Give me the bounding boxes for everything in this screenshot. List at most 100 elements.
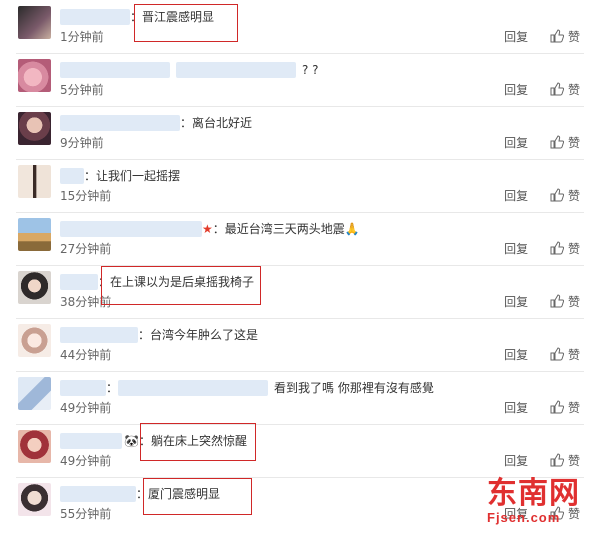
comment-item: ：晋江震感明显 1分钟前 回复 赞	[0, 2, 598, 54]
comment-line: ★：最近台湾三天两头地震🙏	[60, 221, 360, 237]
username-link[interactable]	[60, 62, 170, 78]
comment-actions: 回复 赞	[504, 400, 580, 416]
mention-link[interactable]	[176, 62, 296, 78]
comment-text: 躺在床上突然惊醒	[150, 434, 247, 448]
username-link[interactable]	[60, 221, 202, 237]
comment-time: 9分钟前	[60, 136, 104, 150]
comment-actions: 回复 赞	[504, 453, 580, 469]
like-button[interactable]: 赞	[550, 29, 580, 44]
colon: ：	[180, 116, 193, 130]
comment-text: 台湾今年肿么了这是	[150, 328, 259, 342]
avatar[interactable]	[18, 324, 51, 357]
avatar[interactable]	[18, 218, 51, 251]
comment-line: ：让我们一起摇摆	[60, 168, 180, 184]
colon: ：	[138, 434, 151, 448]
comment-time: 38分钟前	[60, 295, 112, 309]
comment-time: 27分钟前	[60, 242, 112, 256]
divider	[16, 106, 584, 107]
comment-text: 厦门震感明显	[148, 487, 221, 501]
like-label: 赞	[567, 242, 580, 256]
comment-line: ：晋江震感明显	[60, 9, 214, 25]
watermark-name: 东南网	[487, 476, 580, 511]
watermark-logo: 东南网 Fjsen.com	[487, 478, 597, 534]
like-button[interactable]: 赞	[550, 188, 580, 203]
comment-actions: 回复 赞	[504, 188, 580, 204]
comment-line: ：在上课以为是后桌摇我椅子	[60, 274, 254, 290]
like-label: 赞	[567, 401, 580, 415]
like-button[interactable]: 赞	[550, 135, 580, 150]
reply-button[interactable]: 回复	[504, 29, 528, 45]
username-link[interactable]	[60, 9, 130, 25]
comment-time: 1分钟前	[60, 30, 104, 44]
colon: ：	[136, 487, 149, 501]
like-label: 赞	[567, 295, 580, 309]
mention-link[interactable]	[118, 380, 269, 396]
colon: ：	[106, 381, 119, 395]
like-button[interactable]: 赞	[550, 453, 580, 468]
divider	[16, 371, 584, 372]
avatar[interactable]	[18, 6, 51, 39]
comment-time: 55分钟前	[60, 507, 112, 521]
colon: ：	[130, 10, 143, 24]
comment-text: ? ?	[302, 63, 319, 77]
avatar[interactable]	[18, 430, 51, 463]
avatar[interactable]	[18, 59, 51, 92]
reply-button[interactable]: 回复	[504, 400, 528, 416]
comment-item: 🐼：躺在床上突然惊醒 49分钟前 回复 赞	[0, 426, 598, 478]
divider	[16, 53, 584, 54]
comment-text: 离台北好近	[192, 116, 253, 130]
avatar[interactable]	[18, 377, 51, 410]
reply-button[interactable]: 回复	[504, 347, 528, 363]
comment-actions: 回复 赞	[504, 347, 580, 363]
comment-item: ? ? 5分钟前 回复 赞	[0, 55, 598, 107]
comment-time: 49分钟前	[60, 454, 112, 468]
thumbs-up-icon	[550, 400, 564, 414]
comment-line: ：台湾今年肿么了这是	[60, 327, 258, 343]
reply-button[interactable]: 回复	[504, 453, 528, 469]
like-button[interactable]: 赞	[550, 347, 580, 362]
panda-emoji: 🐼	[124, 434, 139, 448]
divider	[16, 265, 584, 266]
divider	[16, 318, 584, 319]
avatar[interactable]	[18, 165, 51, 198]
thumbs-up-icon	[550, 453, 564, 467]
comment-line: 🐼：躺在床上突然惊醒	[60, 433, 247, 449]
username-link[interactable]	[60, 327, 138, 343]
comment-item: ： 看到我了嗎 你那裡有沒有感覺 49分钟前 回复 赞	[0, 373, 598, 425]
thumbs-up-icon	[550, 188, 564, 202]
comment-time: 15分钟前	[60, 189, 112, 203]
reply-button[interactable]: 回复	[504, 241, 528, 257]
comment-text: 晋江震感明显	[142, 10, 215, 24]
avatar[interactable]	[18, 483, 51, 516]
comment-line: ：厦门震感明显	[60, 486, 220, 502]
avatar[interactable]	[18, 112, 51, 145]
comment-text: 在上课以为是后桌摇我椅子	[110, 275, 255, 289]
username-link[interactable]	[60, 168, 84, 184]
username-link[interactable]	[60, 115, 180, 131]
comment-text: 看到我了嗎 你那裡有沒有感覺	[274, 381, 434, 395]
username-link[interactable]	[60, 486, 136, 502]
thumbs-up-icon	[550, 82, 564, 96]
like-button[interactable]: 赞	[550, 400, 580, 415]
like-button[interactable]: 赞	[550, 294, 580, 309]
reply-button[interactable]: 回复	[504, 82, 528, 98]
username-link[interactable]	[60, 433, 122, 449]
reply-button[interactable]: 回复	[504, 135, 528, 151]
reply-button[interactable]: 回复	[504, 294, 528, 310]
comment-line: ：离台北好近	[60, 115, 252, 131]
thumbs-up-icon	[550, 29, 564, 43]
comment-line: ： 看到我了嗎 你那裡有沒有感覺	[60, 380, 434, 396]
comment-time: 5分钟前	[60, 83, 104, 97]
star-emoji: ★	[202, 222, 213, 236]
like-label: 赞	[567, 454, 580, 468]
like-button[interactable]: 赞	[550, 82, 580, 97]
comment-text: 让我们一起摇摆	[96, 169, 181, 183]
comment-item: ：台湾今年肿么了这是 44分钟前 回复 赞	[0, 320, 598, 372]
avatar[interactable]	[18, 271, 51, 304]
like-label: 赞	[567, 189, 580, 203]
comment-actions: 回复 赞	[504, 135, 580, 151]
reply-button[interactable]: 回复	[504, 188, 528, 204]
username-link[interactable]	[60, 274, 98, 290]
username-link[interactable]	[60, 380, 106, 396]
like-button[interactable]: 赞	[550, 241, 580, 256]
